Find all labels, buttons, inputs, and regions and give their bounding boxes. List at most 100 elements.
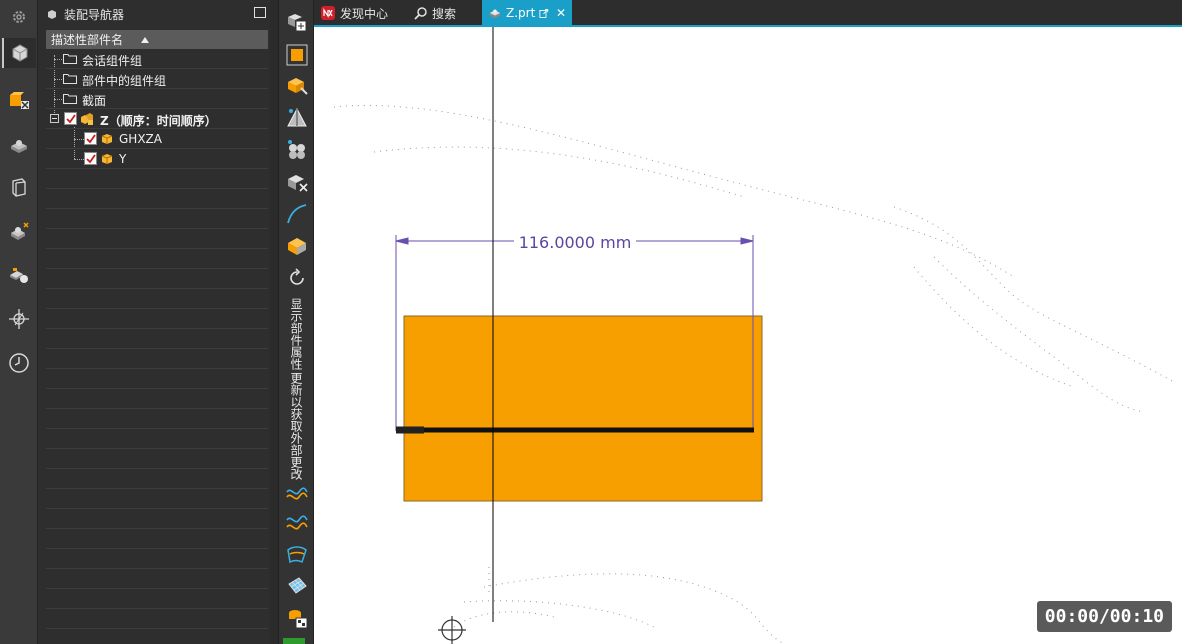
constraint-navigator-icon[interactable] <box>4 86 34 116</box>
empty-tree-row <box>46 269 268 289</box>
empty-tree-row <box>46 369 268 389</box>
folder-icon <box>63 74 77 84</box>
orange-square-icon[interactable] <box>282 41 312 69</box>
add-component-icon[interactable] <box>282 8 312 36</box>
tree-row-label: 部件中的组件组 <box>82 74 167 88</box>
navigator-title-bar: 装配导航器 <box>38 0 270 28</box>
curve-icon[interactable] <box>282 200 312 228</box>
assembly-navigator-icon <box>48 10 56 19</box>
part-navigator-icon[interactable] <box>4 130 34 160</box>
dimension-value-text[interactable]: 116.0000 mm <box>519 233 632 252</box>
graphics-canvas[interactable]: 116.0000 mm <box>314 27 1182 644</box>
maximize-icon[interactable] <box>254 7 266 18</box>
empty-tree-row <box>46 189 268 209</box>
empty-tree-row <box>46 449 268 469</box>
wave-geometry-linker-icon[interactable] <box>282 232 312 260</box>
tree-row-part-component-groups[interactable]: 部件中的组件组 <box>46 69 268 89</box>
offset-curve-icon[interactable] <box>282 508 312 536</box>
settings-gear-icon[interactable] <box>4 2 34 32</box>
empty-tree-row <box>46 529 268 549</box>
tree-row-sections[interactable]: 截面 <box>46 89 268 109</box>
assembly-navigator-tab-icon[interactable] <box>2 38 36 68</box>
empty-tree-row <box>46 609 268 629</box>
search-icon <box>414 7 427 20</box>
empty-tree-row <box>46 429 268 449</box>
visibility-checkbox[interactable] <box>64 112 77 125</box>
tab-label: Z.prt <box>506 6 536 20</box>
tab-label: 发现中心 <box>340 6 389 21</box>
folder-icon <box>63 54 77 64</box>
assembly-constraints-icon[interactable] <box>282 604 312 632</box>
sort-ascending-icon <box>141 36 150 43</box>
tree-row-label: GHXZA <box>119 132 162 146</box>
tree-row-component-y[interactable]: Y <box>46 149 268 169</box>
close-tab-icon[interactable]: ✕ <box>556 6 566 20</box>
navigator-tree: 会话组件组 部件中的组件组 截面 Z（顺序：时间顺序） GHXZA Y <box>46 49 268 644</box>
nx-window: 装配导航器 描述性部件名 会话组件组 部件中的组件组 截面 Z（顺序：时间顺序）… <box>0 0 1182 644</box>
tab-z-prt[interactable]: Z.prt ✕ <box>482 0 572 26</box>
column-header-label: 描述性部件名 <box>51 33 124 47</box>
empty-tree-rows <box>46 169 268 629</box>
empty-tree-row <box>46 289 268 309</box>
surface-icon[interactable] <box>282 540 312 568</box>
empty-tree-row <box>46 249 268 269</box>
document-tab-bar: 发现中心 搜索 Z.prt ✕ <box>314 0 1182 27</box>
graphics-window[interactable]: 116.0000 mm 00:00/00:10 <box>314 27 1182 644</box>
empty-tree-row <box>46 229 268 249</box>
remove-component-icon[interactable] <box>282 168 312 196</box>
assembly-icon <box>81 113 93 125</box>
tab-search[interactable]: 搜索 <box>408 0 462 26</box>
video-timer: 00:00/00:10 <box>1036 601 1172 632</box>
part-body-rectangle[interactable] <box>403 315 763 502</box>
pattern-component-icon[interactable] <box>282 136 312 164</box>
hd3d-tools-icon[interactable] <box>4 216 34 246</box>
cursor-crosshair-icon <box>438 616 466 644</box>
component-icon <box>101 134 113 144</box>
empty-tree-row <box>46 209 268 229</box>
tab-discovery-center[interactable]: 发现中心 <box>314 0 394 26</box>
new-component-icon[interactable] <box>282 72 312 100</box>
display-part-properties-label[interactable]: 显示部件属性 <box>288 298 305 370</box>
tree-row-assembly-z[interactable]: Z（顺序：时间顺序） <box>46 109 268 129</box>
part-file-icon <box>489 9 501 19</box>
empty-tree-row <box>46 389 268 409</box>
tree-row-session-groups[interactable]: 会话组件组 <box>46 49 268 69</box>
navigator-title: 装配导航器 <box>64 7 125 22</box>
tree-row-label: Z（顺序：时间顺序） <box>100 114 217 128</box>
move-component-icon[interactable] <box>282 104 312 132</box>
update-external-changes-label[interactable]: 更新以获取外部更改 <box>288 372 305 480</box>
reuse-library-icon[interactable] <box>4 172 34 202</box>
tree-row-label: Y <box>119 152 127 166</box>
column-header-part-name[interactable]: 描述性部件名 <box>46 30 268 49</box>
resource-bar <box>0 0 38 644</box>
visibility-checkbox[interactable] <box>84 152 97 165</box>
empty-tree-row <box>46 349 268 369</box>
component-icon <box>101 154 113 164</box>
refresh-icon[interactable] <box>282 264 312 292</box>
empty-tree-row <box>46 489 268 509</box>
empty-tree-row <box>46 469 268 489</box>
tab-label: 搜索 <box>432 6 457 21</box>
empty-tree-row <box>46 509 268 529</box>
collapse-toggle-icon[interactable] <box>50 114 59 123</box>
empty-tree-row <box>46 589 268 609</box>
empty-tree-row <box>46 309 268 329</box>
history-palette-icon[interactable] <box>4 304 34 334</box>
assembly-navigator-panel: 装配导航器 描述性部件名 会话组件组 部件中的组件组 截面 Z（顺序：时间顺序）… <box>38 0 270 644</box>
undock-icon[interactable] <box>539 8 549 19</box>
tree-row-label: 会话组件组 <box>82 54 143 68</box>
mesh-surface-icon[interactable] <box>282 572 312 600</box>
tree-row-label: 截面 <box>82 94 107 108</box>
empty-tree-row <box>46 549 268 569</box>
tree-row-component-ghxza[interactable]: GHXZA <box>46 129 268 149</box>
toolbar-overflow-indicator <box>283 638 305 644</box>
wave-curve-icon[interactable] <box>282 478 312 506</box>
empty-tree-row <box>46 409 268 429</box>
assembly-toolbar: 显示部件属性 更新以获取外部更改 <box>278 0 314 644</box>
folder-icon <box>63 94 77 104</box>
empty-tree-row <box>46 329 268 349</box>
web-browser-icon[interactable] <box>4 260 34 290</box>
visibility-checkbox[interactable] <box>84 132 97 145</box>
empty-tree-row <box>46 169 268 189</box>
clock-icon[interactable] <box>4 348 34 378</box>
